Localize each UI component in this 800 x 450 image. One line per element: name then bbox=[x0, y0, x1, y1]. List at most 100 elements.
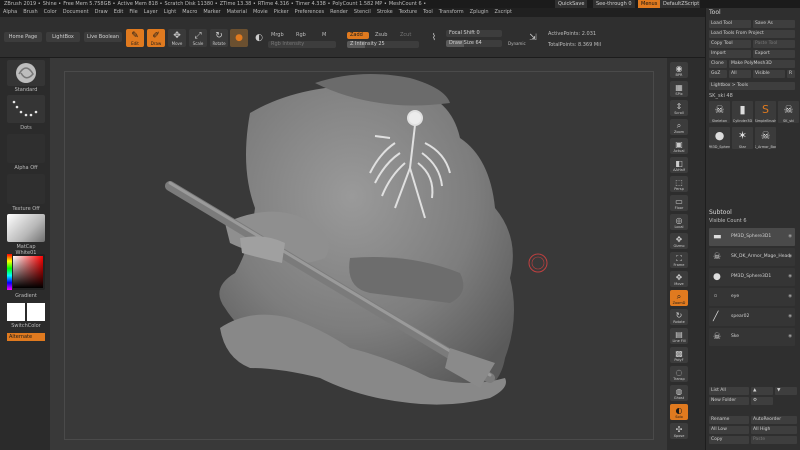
lightbox-button[interactable]: LightBox bbox=[46, 32, 80, 42]
menu-texture[interactable]: Texture bbox=[396, 8, 420, 17]
import-button[interactable]: Import bbox=[709, 50, 751, 58]
dynamic-toggle[interactable]: Dynamic bbox=[508, 41, 526, 46]
rgb-button[interactable]: Rgb bbox=[296, 32, 306, 38]
menu-macro[interactable]: Macro bbox=[179, 8, 200, 17]
arrows-icon-button[interactable]: ⇲ bbox=[527, 31, 539, 45]
m-button[interactable]: M bbox=[322, 32, 326, 38]
tool-thumbnail[interactable]: S SimpleBrush bbox=[755, 101, 776, 123]
mrgb-button[interactable]: Mrgb bbox=[271, 32, 284, 38]
load-tool-button[interactable]: Load Tool bbox=[709, 20, 751, 28]
view-local-button[interactable]: ◎ Local bbox=[670, 214, 688, 230]
view-rotate-button[interactable]: ↻ Rotate bbox=[670, 309, 688, 325]
adjust-icon-button[interactable]: ⌇ bbox=[428, 31, 440, 45]
menu-material[interactable]: Material bbox=[224, 8, 250, 17]
eye-icon[interactable]: ◉ bbox=[788, 228, 792, 246]
view-gizmo-button[interactable]: ✥ Gizmo bbox=[670, 233, 688, 249]
view-zoomd-button[interactable]: ⌕ ZoomD bbox=[670, 290, 688, 306]
menu-stencil[interactable]: Stencil bbox=[351, 8, 374, 17]
menu-brush[interactable]: Brush bbox=[20, 8, 40, 17]
copy-tool-button[interactable]: Copy Tool bbox=[709, 40, 751, 48]
view-ghost-button[interactable]: ◍ Ghost bbox=[670, 385, 688, 401]
arrow-up-button[interactable]: ▲ bbox=[751, 387, 773, 395]
eye-icon[interactable]: ◉ bbox=[788, 308, 792, 326]
view-scroll-button[interactable]: ⇕ Scroll bbox=[670, 100, 688, 116]
subtool-row[interactable]: ◦ eye ◉ bbox=[709, 288, 795, 306]
view-line-fill-button[interactable]: ▤ Line Fill bbox=[670, 328, 688, 344]
menu-render[interactable]: Render bbox=[327, 8, 351, 17]
tool-thumbnail[interactable]: ● PM3D_Sphere bbox=[709, 127, 730, 149]
tool-thumbnail[interactable]: ☠ SK_Armor_Body bbox=[755, 127, 776, 149]
focal-shift-slider[interactable]: Focal Shift 0 bbox=[446, 30, 502, 37]
auto-reorder-button[interactable]: AutoReorder bbox=[751, 416, 797, 424]
copy-button[interactable]: Copy bbox=[709, 436, 749, 444]
view-xpose-button[interactable]: ✣ Xpose bbox=[670, 423, 688, 439]
texture-tile[interactable] bbox=[7, 174, 45, 204]
menu-document[interactable]: Document bbox=[60, 8, 92, 17]
menu-color[interactable]: Color bbox=[41, 8, 60, 17]
draw-button[interactable]: ✐ Draw bbox=[147, 29, 165, 47]
quicksave-button[interactable]: QuickSave bbox=[555, 0, 588, 8]
goz-r-button[interactable]: R bbox=[787, 70, 795, 78]
menu-zplugin[interactable]: Zplugin bbox=[467, 8, 492, 17]
view-zoom-button[interactable]: ⌕ Zoom bbox=[670, 119, 688, 135]
view-spix-button[interactable]: ▦ SPix bbox=[670, 81, 688, 97]
paste-tool-button[interactable]: Paste Tool bbox=[753, 40, 795, 48]
new-folder-button[interactable]: New Folder bbox=[709, 397, 749, 405]
color-swatch-button[interactable]: ◐ bbox=[250, 29, 268, 47]
color-picker[interactable] bbox=[7, 254, 45, 290]
goz-button[interactable]: GoZ bbox=[709, 70, 727, 78]
home-page-button[interactable]: Home Page bbox=[4, 32, 42, 42]
seethrough-slider[interactable]: See-through 0 bbox=[593, 0, 635, 8]
menu-alpha[interactable]: Alpha bbox=[0, 8, 20, 17]
eye-icon[interactable]: ◉ bbox=[788, 328, 792, 346]
secondary-color-swatch[interactable] bbox=[27, 303, 45, 321]
lightbox-tools-button[interactable]: Lightbox > Tools bbox=[709, 82, 795, 90]
list-all-button[interactable]: List All bbox=[709, 387, 749, 395]
subtool-action-button[interactable]: ⚙ bbox=[751, 397, 773, 405]
subtool-row[interactable]: ▬ PM3D_Sphere3D1 ◉ bbox=[709, 228, 795, 246]
menu-zscript[interactable]: Zscript bbox=[492, 8, 515, 17]
menu-preferences[interactable]: Preferences bbox=[292, 8, 327, 17]
eye-icon[interactable]: ◉ bbox=[788, 268, 792, 286]
menu-transform[interactable]: Transform bbox=[436, 8, 467, 17]
paste-button[interactable]: Paste bbox=[751, 436, 797, 444]
main-color-swatch[interactable] bbox=[7, 303, 25, 321]
stroke-tile[interactable] bbox=[7, 95, 45, 123]
material-tile[interactable] bbox=[7, 214, 45, 242]
scale-button[interactable]: ⤢ Scale bbox=[189, 29, 207, 47]
eye-icon[interactable]: ◉ bbox=[788, 248, 792, 266]
arrow-down-button[interactable]: ▼ bbox=[775, 387, 797, 395]
move-button[interactable]: ✥ Move bbox=[168, 29, 186, 47]
draw-size-slider[interactable]: Draw Size 64 bbox=[446, 40, 502, 47]
menu-draw[interactable]: Draw bbox=[92, 8, 111, 17]
make-polymesh-button[interactable]: Make PolyMesh3D bbox=[729, 60, 795, 68]
view-solo-button[interactable]: ◐ Solo bbox=[670, 404, 688, 420]
view-transp-button[interactable]: ◌ Transp bbox=[670, 366, 688, 382]
subtool-row[interactable]: ╱ spear02 ◉ bbox=[709, 308, 795, 326]
menu-tool[interactable]: Tool bbox=[420, 8, 436, 17]
rotate-button[interactable]: ↻ Rotate bbox=[210, 29, 228, 47]
menus-button[interactable]: Menus bbox=[638, 0, 661, 8]
menu-movie[interactable]: Movie bbox=[250, 8, 271, 17]
zsub-button[interactable]: Zsub bbox=[375, 32, 387, 38]
view-floor-button[interactable]: ▭ Floor bbox=[670, 195, 688, 211]
menu-file[interactable]: File bbox=[126, 8, 140, 17]
save-as-button[interactable]: Save As bbox=[753, 20, 795, 28]
goz-visible-button[interactable]: Visible bbox=[753, 70, 785, 78]
material-sphere-button[interactable]: ● bbox=[230, 29, 248, 47]
tool-thumbnail[interactable]: ☠ SK_ski bbox=[778, 101, 799, 123]
menu-light[interactable]: Light bbox=[161, 8, 179, 17]
view-move-button[interactable]: ✥ Move bbox=[670, 271, 688, 287]
export-button[interactable]: Export bbox=[753, 50, 795, 58]
view-frame-button[interactable]: ⛶ Frame bbox=[670, 252, 688, 268]
ui-layout-button[interactable]: DefaultZScript bbox=[660, 0, 700, 8]
live-boolean-button[interactable]: Live Boolean bbox=[84, 32, 122, 42]
view-aahalf-button[interactable]: ◧ AAHalf bbox=[670, 157, 688, 173]
alpha-tile[interactable] bbox=[7, 134, 45, 163]
menu-edit[interactable]: Edit bbox=[111, 8, 127, 17]
eye-icon[interactable]: ◉ bbox=[788, 288, 792, 306]
subtool-row[interactable]: ☠ Ske ◉ bbox=[709, 328, 795, 346]
zcut-button[interactable]: Zcut bbox=[400, 32, 411, 38]
tool-thumbnail[interactable]: ▮ Cylinder3D bbox=[732, 101, 753, 123]
tool-thumbnail[interactable]: ✶ Star bbox=[732, 127, 753, 149]
